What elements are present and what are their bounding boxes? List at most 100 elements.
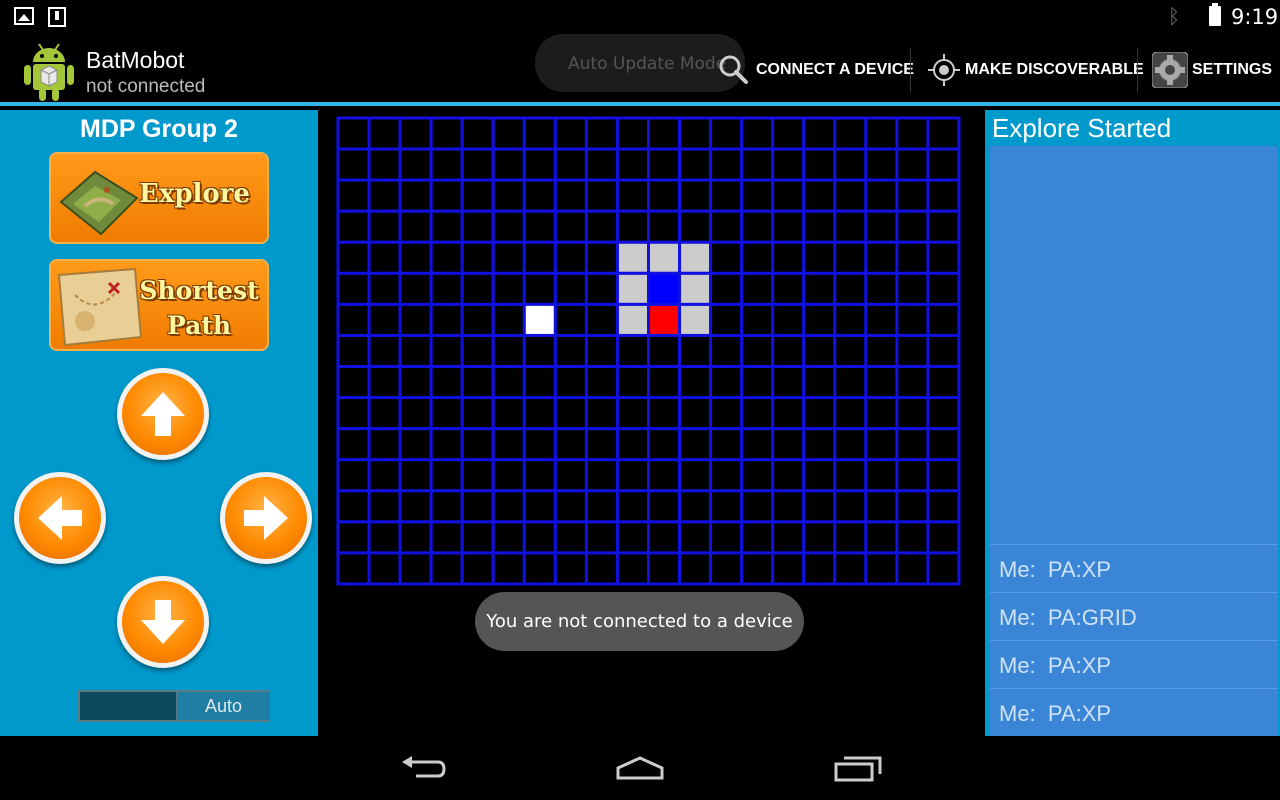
grid-cell[interactable]	[584, 427, 619, 462]
grid-cell-robot-body[interactable]	[678, 240, 713, 275]
grid-cell[interactable]	[678, 520, 713, 555]
grid-cell[interactable]	[553, 333, 588, 369]
grid-cell[interactable]	[491, 365, 526, 400]
grid-cell[interactable]	[615, 333, 651, 369]
grid-cell[interactable]	[709, 147, 744, 182]
grid-cell[interactable]	[740, 458, 775, 493]
grid-cell[interactable]	[709, 333, 744, 369]
grid-cell[interactable]	[491, 520, 526, 555]
grid-cell[interactable]	[553, 365, 588, 400]
home-icon[interactable]	[614, 754, 666, 784]
grid-cell[interactable]	[491, 489, 526, 524]
grid-cell[interactable]	[553, 271, 588, 306]
grid-cell[interactable]	[398, 209, 433, 244]
grid-cell[interactable]	[491, 147, 526, 182]
grid-cell[interactable]	[522, 209, 557, 244]
grid-cell[interactable]	[647, 458, 682, 493]
grid-cell[interactable]	[460, 489, 495, 524]
grid-cell[interactable]	[429, 178, 464, 213]
grid-cell[interactable]	[740, 427, 775, 462]
grid-cell[interactable]	[429, 489, 464, 524]
grid-cell[interactable]	[647, 489, 682, 524]
grid-cell[interactable]	[709, 427, 744, 462]
grid-cell[interactable]	[740, 209, 775, 244]
grid-cell[interactable]	[740, 302, 775, 337]
grid-cell[interactable]	[553, 240, 588, 275]
grid-cell[interactable]	[709, 240, 744, 275]
grid-cell[interactable]	[771, 427, 806, 462]
grid-cell[interactable]	[709, 458, 744, 493]
grid-cell[interactable]	[771, 551, 806, 586]
grid-cell[interactable]	[647, 365, 682, 400]
grid-cell[interactable]	[678, 489, 713, 524]
grid-cell[interactable]	[522, 240, 557, 275]
grid-cell[interactable]	[522, 520, 557, 555]
grid-cell[interactable]	[833, 333, 868, 369]
grid-cell[interactable]	[429, 551, 464, 586]
grid-cell[interactable]	[336, 333, 371, 369]
grid-cell[interactable]	[367, 551, 402, 586]
grid-cell[interactable]	[584, 458, 619, 493]
grid-cell[interactable]	[429, 458, 464, 493]
grid-cell[interactable]	[584, 147, 619, 182]
grid-cell[interactable]	[926, 116, 961, 151]
grid-cell[interactable]	[336, 147, 371, 182]
grid-cell[interactable]	[367, 520, 402, 555]
grid-cell[interactable]	[460, 209, 495, 244]
grid-cell[interactable]	[802, 458, 837, 493]
grid-cell[interactable]	[336, 116, 371, 151]
grid-cell[interactable]	[895, 427, 930, 462]
grid-cell[interactable]	[833, 178, 868, 213]
grid-cell[interactable]	[771, 365, 806, 400]
grid-cell[interactable]	[833, 147, 868, 182]
grid-cell[interactable]	[584, 271, 619, 306]
grid-cell[interactable]	[460, 302, 495, 337]
explore-button[interactable]: Explore	[49, 152, 269, 244]
grid-cell[interactable]	[864, 116, 899, 151]
grid-cell[interactable]	[833, 365, 868, 400]
grid-cell[interactable]	[429, 520, 464, 555]
grid-cell[interactable]	[802, 427, 837, 462]
grid-cell[interactable]	[336, 302, 371, 337]
grid-cell[interactable]	[678, 333, 713, 369]
grid-cell[interactable]	[833, 302, 868, 337]
grid-cell[interactable]	[584, 396, 619, 431]
move-up-button[interactable]	[117, 368, 209, 460]
grid-cell[interactable]	[771, 520, 806, 555]
grid-cell[interactable]	[398, 178, 433, 213]
grid-cell-waypoint[interactable]	[522, 302, 557, 337]
grid-cell[interactable]	[740, 147, 775, 182]
grid-cell[interactable]	[553, 178, 588, 213]
grid-cell[interactable]	[709, 178, 744, 213]
grid-cell[interactable]	[864, 178, 899, 213]
grid-cell[interactable]	[802, 520, 837, 555]
connect-device-button[interactable]: CONNECT A DEVICE	[756, 61, 914, 79]
turn-right-button[interactable]	[220, 472, 312, 564]
grid-cell[interactable]	[709, 520, 744, 555]
grid-cell-robot-center[interactable]	[647, 271, 682, 306]
grid-cell[interactable]	[895, 271, 930, 306]
grid-cell[interactable]	[864, 520, 899, 555]
grid-cell[interactable]	[429, 271, 464, 306]
grid-cell[interactable]	[584, 240, 619, 275]
grid-cell[interactable]	[647, 520, 682, 555]
grid-cell[interactable]	[802, 178, 837, 213]
grid-cell[interactable]	[367, 240, 402, 275]
grid-cell[interactable]	[802, 489, 837, 524]
grid-cell[interactable]	[367, 271, 402, 306]
gear-icon[interactable]	[1152, 52, 1188, 88]
grid-cell-robot-body[interactable]	[615, 240, 651, 275]
grid-cell[interactable]	[491, 240, 526, 275]
grid-cell[interactable]	[460, 240, 495, 275]
grid-cell[interactable]	[895, 209, 930, 244]
grid-cell[interactable]	[460, 427, 495, 462]
grid-cell[interactable]	[491, 271, 526, 306]
auto-update-mode-field[interactable]: Auto Update Mode	[535, 34, 745, 92]
grid-cell[interactable]	[584, 116, 619, 151]
grid-cell[interactable]	[926, 147, 961, 182]
grid-cell[interactable]	[802, 396, 837, 431]
settings-button[interactable]: SETTINGS	[1192, 61, 1272, 79]
grid-cell[interactable]	[895, 365, 930, 400]
grid-cell[interactable]	[647, 551, 682, 586]
grid-cell[interactable]	[926, 396, 961, 431]
